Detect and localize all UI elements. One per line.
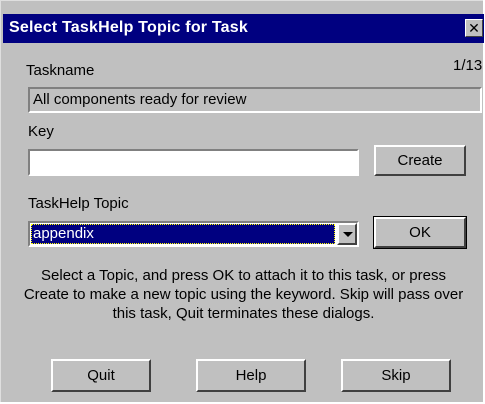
taskname-value: All components ready for review bbox=[33, 91, 247, 108]
create-button-label: Create bbox=[397, 152, 443, 169]
topic-select[interactable]: appendix bbox=[28, 221, 359, 247]
close-button[interactable]: ✕ bbox=[465, 19, 483, 37]
topic-dropdown-button[interactable] bbox=[337, 223, 357, 245]
task-counter: 1/13 bbox=[453, 57, 483, 74]
topic-label: TaskHelp Topic bbox=[28, 195, 129, 212]
key-input[interactable] bbox=[28, 149, 359, 176]
help-button-label: Help bbox=[235, 367, 267, 384]
task-help-dialog: Select TaskHelp Topic for Task ✕ Tasknam… bbox=[0, 0, 484, 402]
quit-button-label: Quit bbox=[87, 367, 115, 384]
taskname-field: All components ready for review bbox=[28, 87, 482, 113]
ok-button-label: OK bbox=[409, 224, 431, 241]
quit-button[interactable]: Quit bbox=[51, 359, 151, 392]
skip-button[interactable]: Skip bbox=[341, 359, 451, 392]
chevron-down-icon bbox=[343, 232, 353, 237]
ok-button[interactable]: OK bbox=[373, 216, 467, 249]
title-bar[interactable]: Select TaskHelp Topic for Task ✕ bbox=[3, 14, 484, 43]
dialog-title: Select TaskHelp Topic for Task bbox=[9, 19, 248, 36]
skip-button-label: Skip bbox=[381, 367, 411, 384]
close-icon: ✕ bbox=[468, 20, 480, 36]
key-label: Key bbox=[28, 123, 54, 140]
help-button[interactable]: Help bbox=[196, 359, 306, 392]
taskname-label: Taskname bbox=[26, 62, 95, 79]
create-button[interactable]: Create bbox=[374, 145, 466, 176]
topic-select-value: appendix bbox=[31, 224, 335, 244]
instructions-text: Select a Topic, and press OK to attach i… bbox=[23, 267, 464, 322]
